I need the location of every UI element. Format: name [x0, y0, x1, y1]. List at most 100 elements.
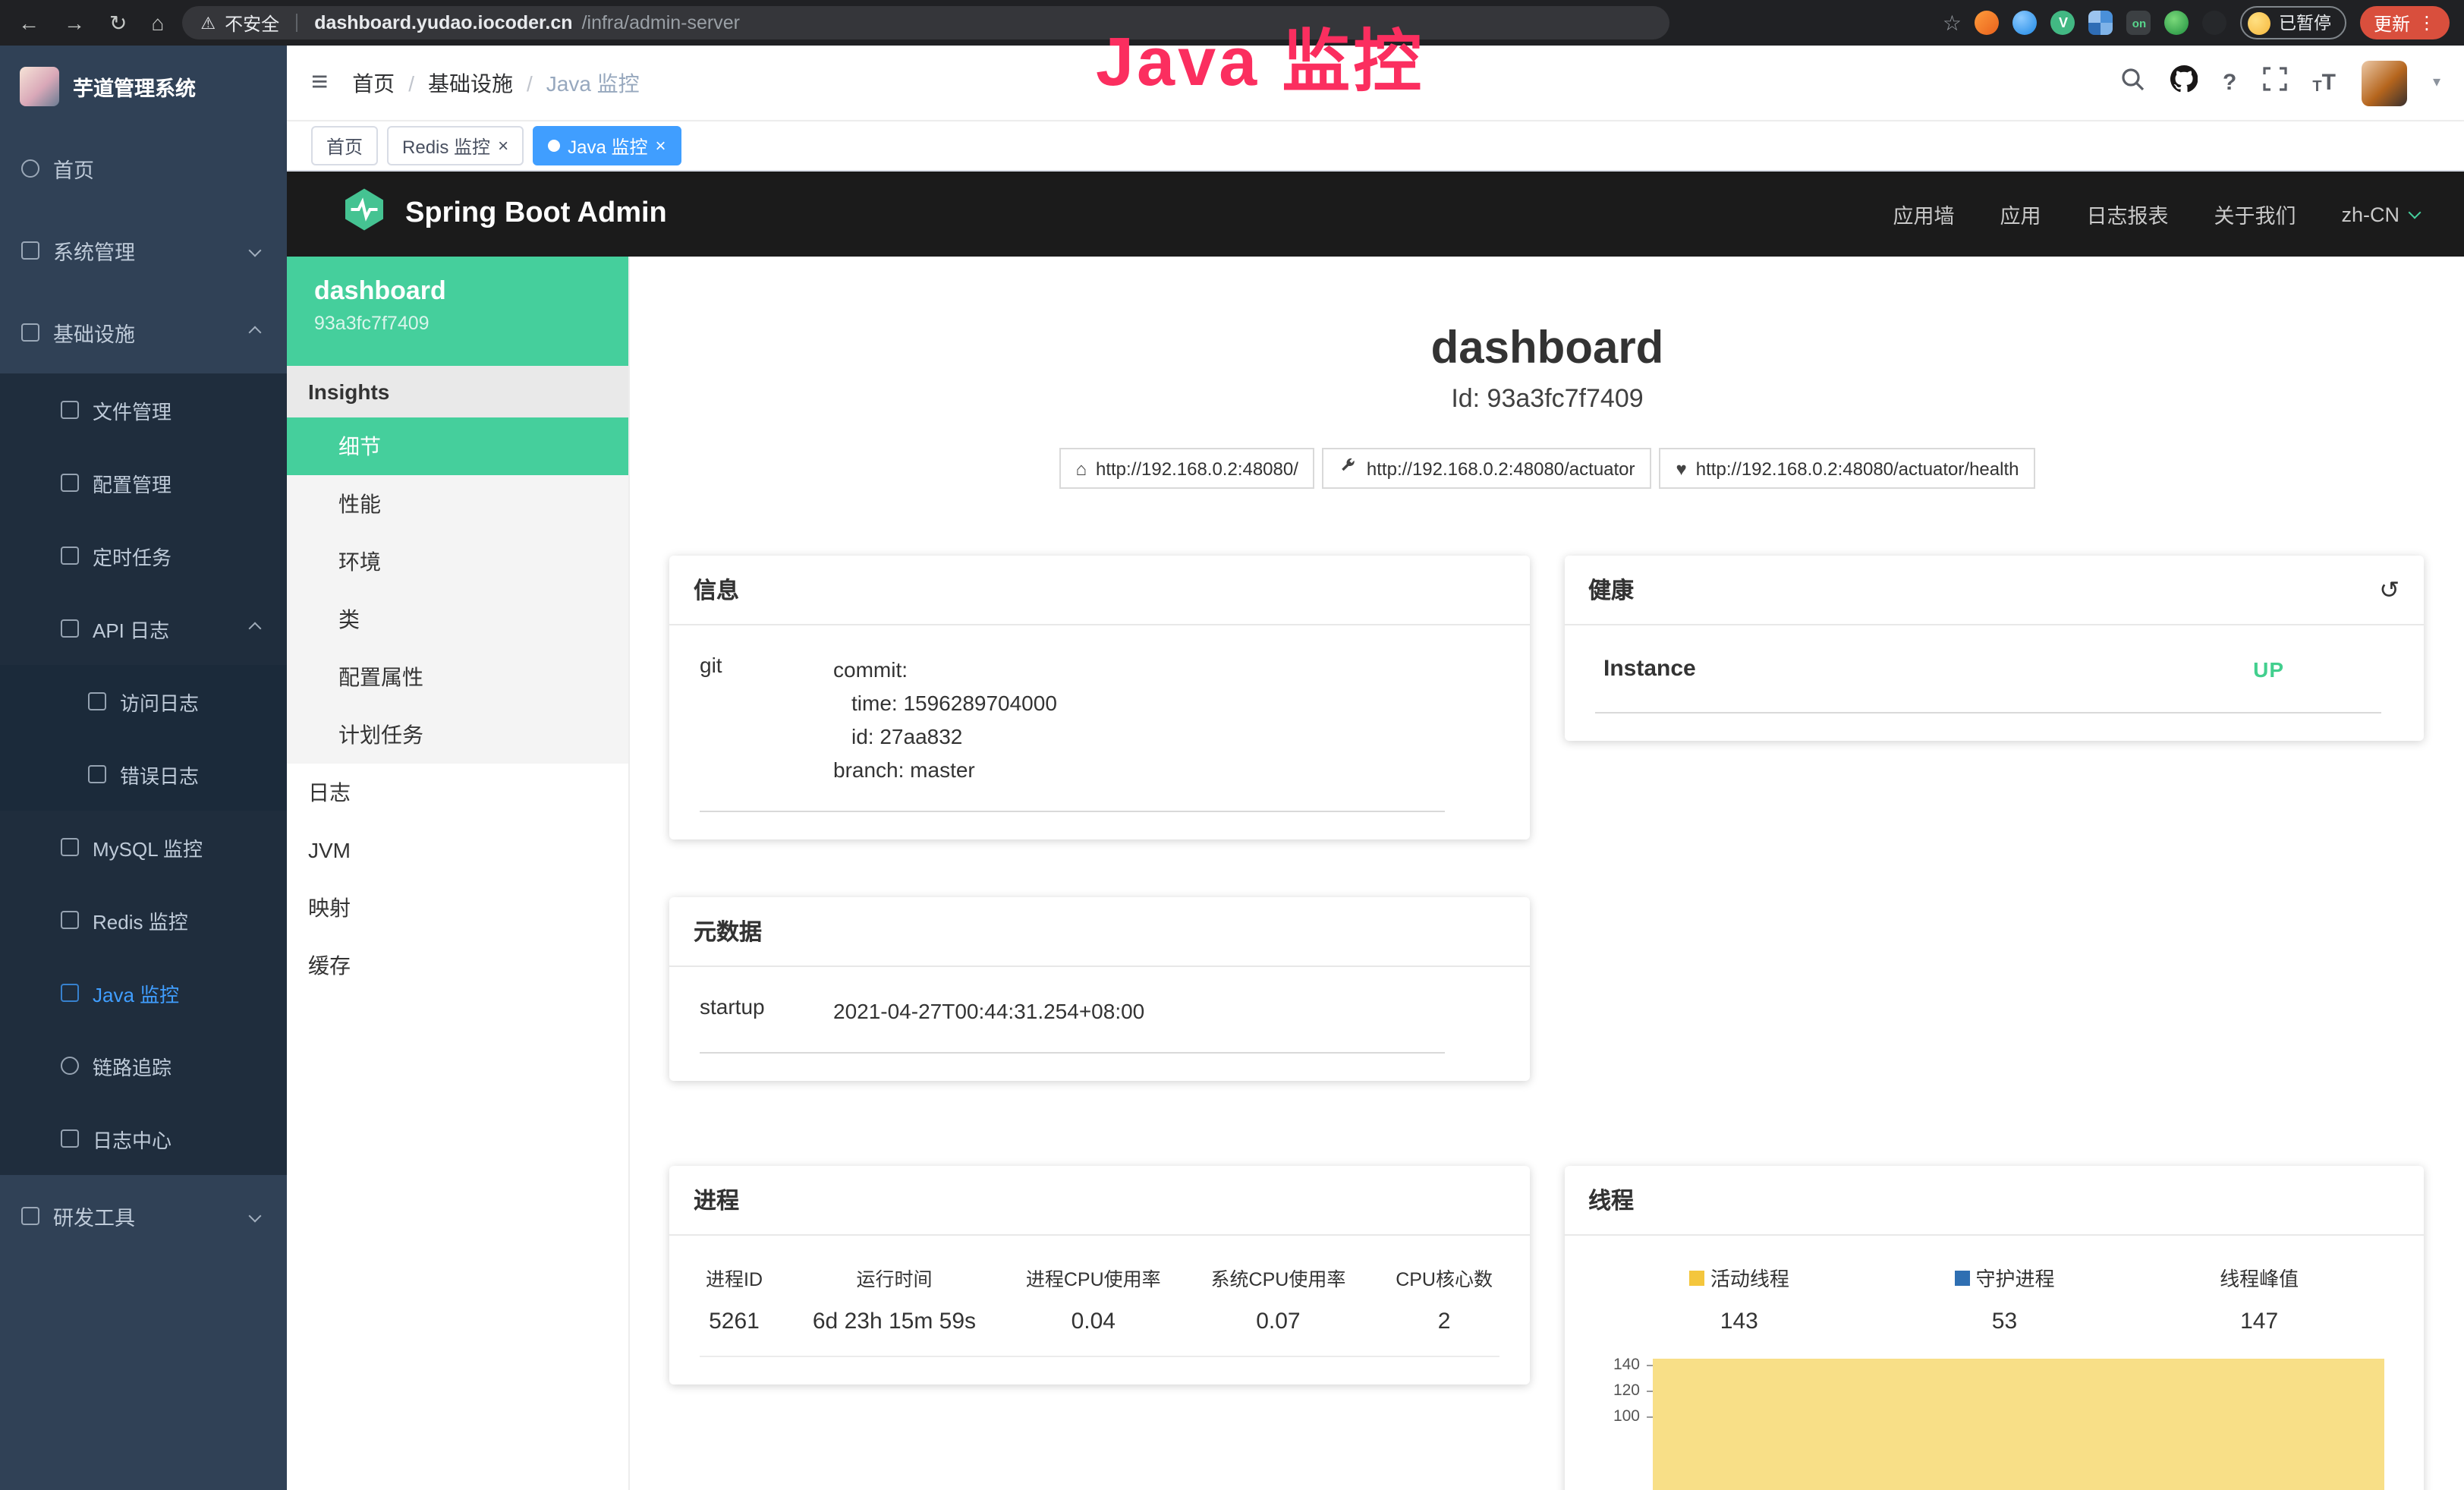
extension-icon-paw[interactable] [2203, 11, 2227, 35]
sba-nav-applications[interactable]: 应用 [2000, 199, 2041, 229]
tab-label: Redis 监控 [402, 133, 490, 159]
url-host: dashboard.yudao.iocoder.cn [314, 12, 572, 33]
tab-redis-monitor[interactable]: Redis 监控 × [387, 126, 524, 165]
sidebar-item-label: Redis 监控 [93, 906, 266, 934]
sba-sidebar: dashboard 93a3fc7f7409 Insights 细节 性能 环境… [287, 257, 630, 1490]
sidebar-item-logcenter[interactable]: 日志中心 [0, 1102, 287, 1175]
sidebar-item-file[interactable]: 文件管理 [0, 373, 287, 446]
sba-brand[interactable]: Spring Boot Admin [341, 187, 667, 241]
forward-icon[interactable]: → [64, 11, 85, 35]
refresh-icon[interactable]: ↻ [109, 10, 127, 36]
extension-icon-fox[interactable] [1975, 11, 2000, 35]
health-card-title: 健康 [1588, 574, 1634, 606]
sidebar-item-home[interactable]: 首页 [0, 128, 287, 209]
breadcrumb-home[interactable]: 首页 [352, 68, 395, 98]
profile-paused-chip[interactable]: 已暂停 [2241, 6, 2346, 39]
tab-home[interactable]: 首页 [311, 126, 378, 165]
process-card: 进程 进程ID5261 运行时间6d 23h 15m 59 [669, 1166, 1529, 1384]
security-label[interactable]: 不安全 [225, 10, 279, 36]
extension-icon-vue[interactable]: V [2051, 11, 2075, 35]
home-icon: ⌂ [1076, 458, 1087, 479]
health-url-link[interactable]: ♥ http://192.168.0.2:48080/actuator/heal… [1660, 448, 2036, 489]
sba-nav-wallboard[interactable]: 应用墙 [1893, 199, 1954, 229]
tab-label: 首页 [326, 133, 363, 159]
sidebar-item-trace[interactable]: 链路追踪 [0, 1029, 287, 1102]
sidebar-item-java[interactable]: Java 监控 [0, 956, 287, 1029]
profile-avatar-emoji [2248, 11, 2271, 34]
close-icon[interactable]: × [498, 137, 508, 155]
address-bar[interactable]: ⚠ 不安全 dashboard.yudao.iocoder.cn/infra/a… [182, 6, 1669, 39]
breadcrumb-infra[interactable]: 基础设施 [428, 68, 513, 98]
browser-toolbar-right: ☆ V on 已暂停 更新 ⋮ [1943, 6, 2464, 39]
sba-nav-journal[interactable]: 日志报表 [2086, 199, 2168, 229]
font-size-icon[interactable]: TT [2312, 70, 2336, 96]
sidebar-item-job[interactable]: 定时任务 [0, 519, 287, 592]
app-root: 芋道管理系统 首页 系统管理 基础设施 [0, 46, 2464, 1490]
bookmark-star-icon[interactable]: ☆ [1943, 10, 1962, 36]
sba-item-environment[interactable]: 环境 [287, 533, 628, 591]
sidebar-item-devtool[interactable]: 研发工具 [0, 1175, 287, 1257]
sba-header: Spring Boot Admin 应用墙 应用 日志报表 关于我们 zh-CN [287, 172, 2464, 257]
sidebar-item-errorlog[interactable]: 错误日志 [0, 738, 287, 811]
chart-y-axis: 140 120 100 [1600, 1356, 1652, 1490]
extension-icon-drop[interactable] [2013, 11, 2038, 35]
legend-swatch-blue [1954, 1270, 1969, 1285]
actuator-url-link[interactable]: http://192.168.0.2:48080/actuator [1323, 448, 1652, 489]
sidebar-item-mysql[interactable]: MySQL 监控 [0, 811, 287, 884]
extension-icon-grid[interactable] [2089, 11, 2113, 35]
sba-item-mappings[interactable]: 映射 [287, 879, 628, 937]
app-sidebar: 芋道管理系统 首页 系统管理 基础设施 [0, 46, 287, 1490]
sba-item-config-props[interactable]: 配置属性 [287, 648, 628, 706]
extension-icon-leaf[interactable] [2165, 11, 2189, 35]
sba-item-metrics[interactable]: 性能 [287, 475, 628, 533]
sidebar-menu: 首页 系统管理 基础设施 文件管理 [0, 128, 287, 1257]
history-icon[interactable]: ↺ [2379, 575, 2399, 605]
sidebar-item-infra[interactable]: 基础设施 [0, 291, 287, 373]
sidebar-item-redis[interactable]: Redis 监控 [0, 884, 287, 956]
app-logo-row[interactable]: 芋道管理系统 [0, 46, 287, 128]
info-key: git [700, 653, 833, 786]
process-col-sys-cpu: 系统CPU使用率0.07 [1211, 1263, 1346, 1334]
sba-item-logs[interactable]: 日志 [287, 764, 628, 821]
tab-java-monitor[interactable]: Java 监控 × [533, 126, 681, 165]
sba-item-scheduled-tasks[interactable]: 计划任务 [287, 706, 628, 764]
sba-item-details[interactable]: 细节 [287, 417, 628, 475]
extension-icon-switch[interactable]: on [2127, 11, 2151, 35]
metadata-startup-row: startup 2021-04-27T00:44:31.254+08:00 [700, 994, 1444, 1054]
update-label: 更新 [2374, 10, 2410, 36]
sba-instance-header[interactable]: dashboard 93a3fc7f7409 [287, 257, 628, 366]
sba-item-jvm[interactable]: JVM [287, 821, 628, 879]
sba-main: dashboard Id: 93a3fc7f7409 ⌂ http://192.… [630, 257, 2464, 1490]
sidebar-item-accesslog[interactable]: 访问日志 [0, 665, 287, 738]
back-icon[interactable]: ← [18, 11, 39, 35]
fullscreen-icon[interactable] [2262, 67, 2286, 99]
help-icon[interactable]: ? [2223, 70, 2236, 96]
hamburger-icon[interactable]: ≡ [311, 66, 328, 99]
sba-item-classes[interactable]: 类 [287, 591, 628, 648]
sba-language-select[interactable]: zh-CN [2341, 203, 2419, 225]
legend-live-threads: 活动线程 143 [1689, 1263, 1789, 1334]
kebab-menu-icon[interactable]: ⋮ [2418, 12, 2436, 33]
sidebar-item-apilog[interactable]: API 日志 [0, 592, 287, 665]
sidebar-item-label: API 日志 [93, 614, 237, 643]
close-icon[interactable]: × [655, 137, 666, 155]
chrome-update-button[interactable]: 更新 ⋮ [2360, 6, 2450, 39]
service-url-link[interactable]: ⌂ http://192.168.0.2:48080/ [1059, 448, 1315, 489]
chevron-up-icon [249, 622, 262, 635]
avatar-caret-icon[interactable]: ▾ [2433, 74, 2440, 91]
sba-logo-icon [341, 187, 387, 241]
sba-item-caches[interactable]: 缓存 [287, 937, 628, 994]
sidebar-item-config[interactable]: 配置管理 [0, 446, 287, 519]
database-icon [61, 838, 79, 856]
search-icon[interactable] [2119, 67, 2144, 99]
sidebar-item-system[interactable]: 系统管理 [0, 209, 287, 291]
sba-nav-about[interactable]: 关于我们 [2214, 199, 2296, 229]
sidebar-submenu-infra: 文件管理 配置管理 定时任务 API 日志 [0, 373, 287, 1175]
dashboard-icon [21, 159, 39, 178]
chart-plot-area [1652, 1356, 2393, 1490]
chevron-up-icon [249, 326, 262, 339]
home-icon[interactable]: ⌂ [151, 11, 164, 35]
github-icon[interactable] [2170, 65, 2197, 100]
heart-icon: ♥ [1676, 458, 1687, 479]
avatar[interactable] [2362, 60, 2407, 106]
